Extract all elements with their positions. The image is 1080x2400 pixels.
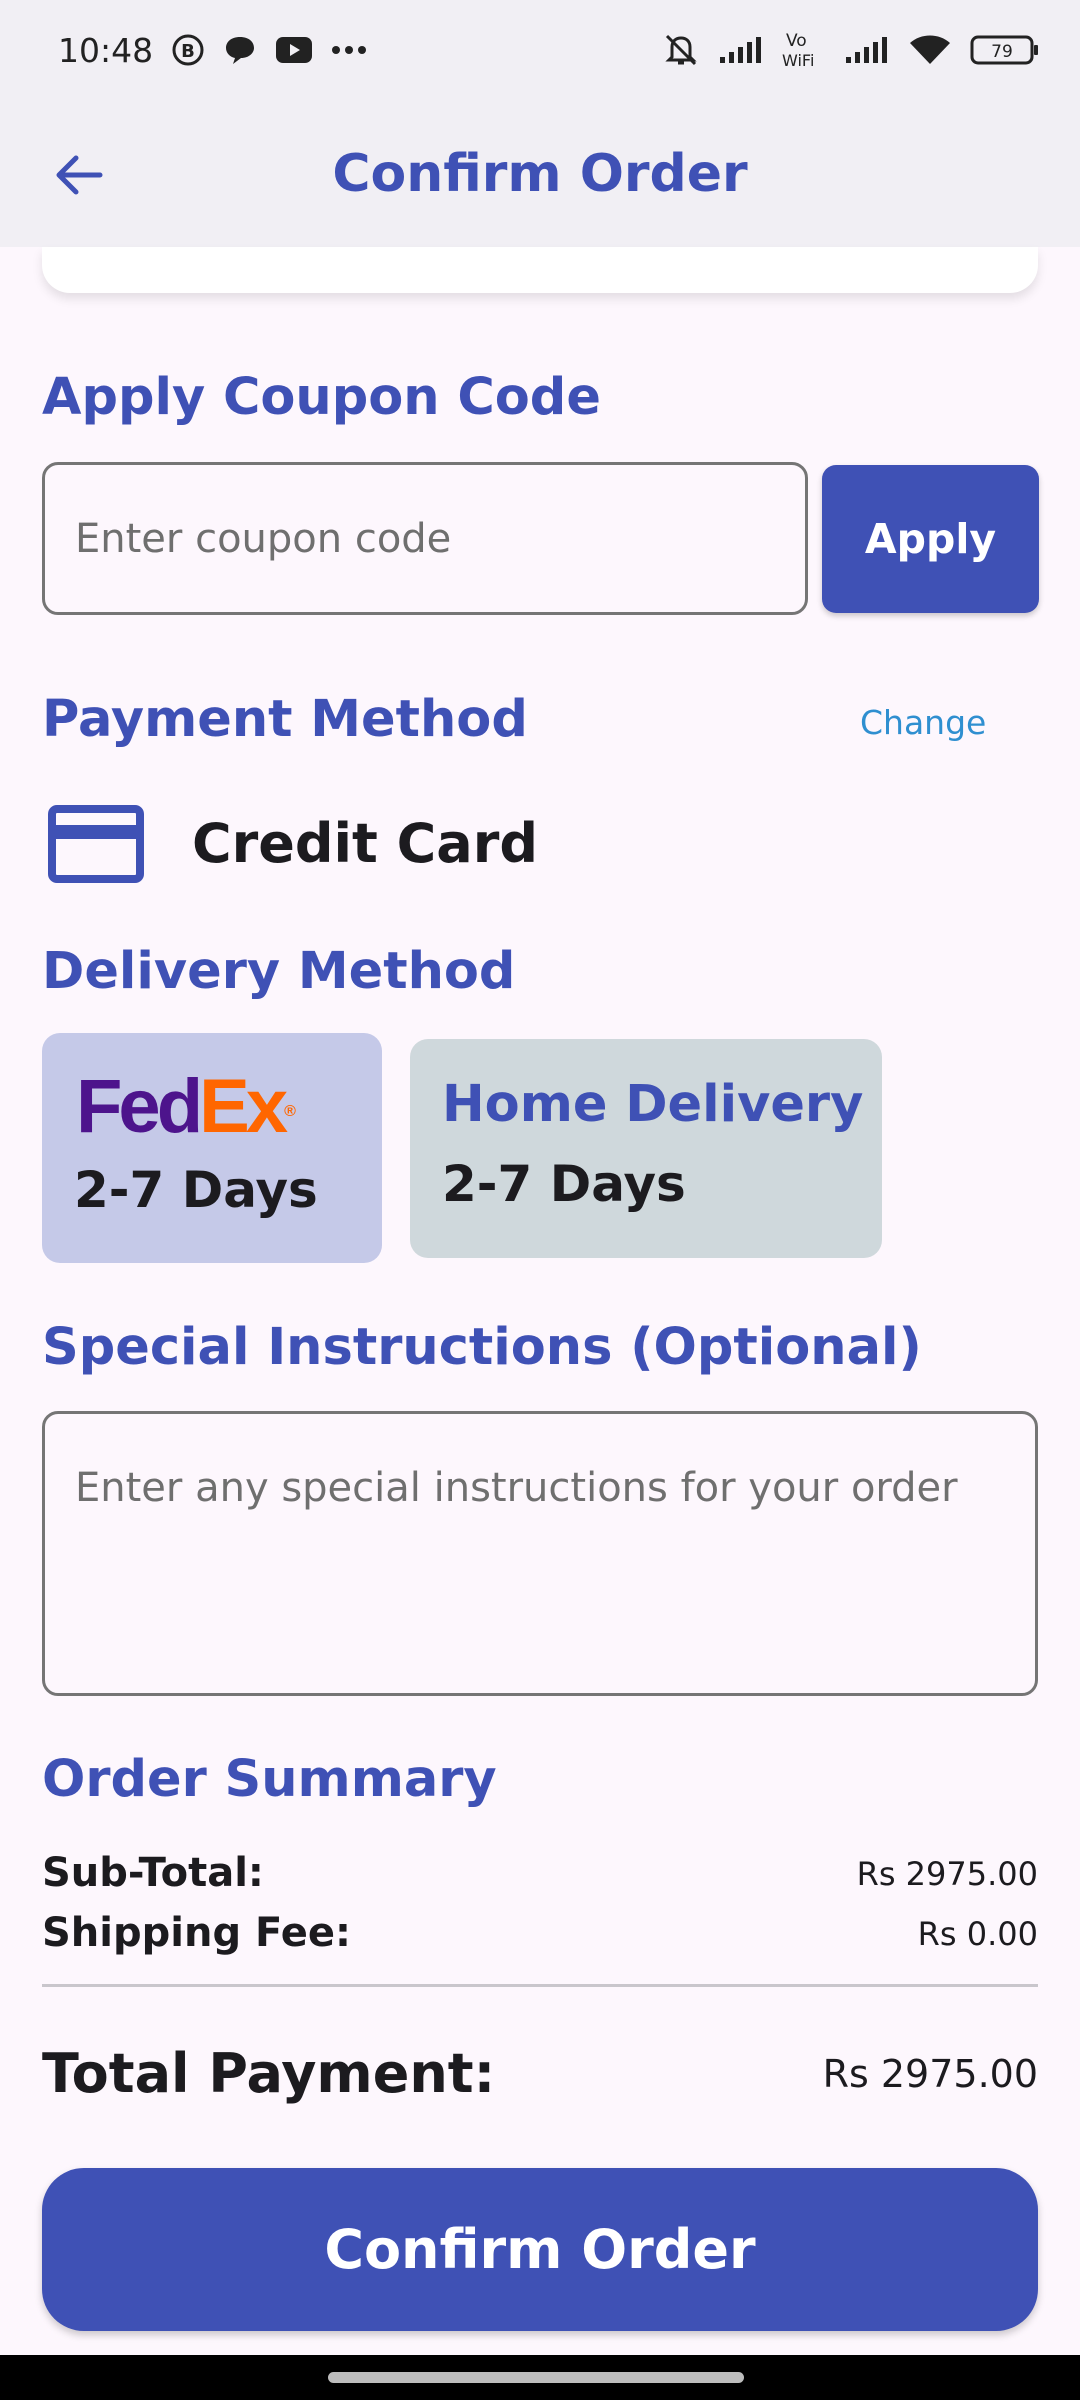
shipping-value: Rs 0.00 bbox=[917, 1915, 1038, 1953]
delivery-section-title: Delivery Method bbox=[42, 942, 516, 1001]
home-delivery-days: 2-7 Days bbox=[442, 1155, 686, 1213]
fedex-logo-ex: Ex bbox=[199, 1064, 288, 1149]
summary-section-title: Order Summary bbox=[42, 1750, 497, 1809]
svg-text:WiFi: WiFi bbox=[782, 51, 814, 70]
arrow-left-icon bbox=[56, 155, 103, 195]
svg-text:B: B bbox=[181, 41, 195, 62]
total-label: Total Payment: bbox=[42, 2042, 496, 2105]
apply-coupon-button[interactable]: Apply bbox=[822, 465, 1039, 613]
wifi-icon bbox=[908, 33, 952, 67]
b-icon: B bbox=[171, 33, 205, 67]
page-title: Confirm Order bbox=[332, 143, 748, 204]
battery-level: 79 bbox=[991, 42, 1013, 62]
summary-divider bbox=[42, 1984, 1038, 1987]
signal-icon bbox=[718, 35, 764, 65]
coupon-input[interactable]: Enter coupon code bbox=[42, 462, 808, 615]
battery-icon: 79 bbox=[970, 33, 1040, 67]
coupon-section-title: Apply Coupon Code bbox=[42, 368, 601, 427]
navigation-bar bbox=[0, 2355, 1080, 2400]
signal-icon bbox=[844, 35, 890, 65]
subtotal-value: Rs 2975.00 bbox=[856, 1855, 1038, 1893]
fedex-days: 2-7 Days bbox=[74, 1161, 318, 1219]
shipping-label: Shipping Fee: bbox=[42, 1910, 351, 1956]
previous-card bbox=[42, 247, 1038, 293]
youtube-icon bbox=[275, 35, 313, 65]
subtotal-label: Sub-Total: bbox=[42, 1850, 264, 1896]
payment-section-title: Payment Method bbox=[42, 690, 528, 749]
confirm-order-button[interactable]: Confirm Order bbox=[42, 2168, 1038, 2331]
credit-card-icon bbox=[48, 805, 144, 883]
delivery-option-home[interactable]: Home Delivery 2-7 Days bbox=[410, 1039, 882, 1258]
change-payment-link[interactable]: Change bbox=[860, 703, 986, 742]
more-icon bbox=[331, 45, 367, 55]
payment-method-label: Credit Card bbox=[192, 812, 539, 875]
instructions-section-title: Special Instructions (Optional) bbox=[42, 1318, 922, 1377]
instructions-textarea[interactable]: Enter any special instructions for your … bbox=[42, 1411, 1038, 1696]
bell-muted-icon bbox=[662, 31, 700, 69]
status-time: 10:48 bbox=[58, 30, 154, 70]
home-gesture-handle[interactable] bbox=[328, 2372, 744, 2383]
status-left: 10:48 B bbox=[58, 31, 367, 70]
fedex-logo: FedEx® bbox=[76, 1063, 296, 1150]
total-value: Rs 2975.00 bbox=[822, 2052, 1038, 2096]
svg-text:Vo: Vo bbox=[786, 31, 807, 51]
home-delivery-label: Home Delivery bbox=[442, 1075, 864, 1134]
fedex-logo-reg: ® bbox=[284, 1102, 296, 1120]
status-bar: 10:48 B Vo WiFi 79 bbox=[0, 0, 1080, 100]
delivery-option-fedex[interactable]: FedEx® 2-7 Days bbox=[42, 1033, 382, 1263]
back-button[interactable] bbox=[44, 140, 114, 210]
app-bar: Confirm Order bbox=[0, 100, 1080, 247]
chat-icon bbox=[223, 33, 257, 67]
fedex-logo-fed: Fed bbox=[76, 1064, 203, 1149]
vowifi-icon: Vo WiFi bbox=[782, 30, 826, 70]
status-right: Vo WiFi 79 bbox=[662, 30, 1040, 70]
